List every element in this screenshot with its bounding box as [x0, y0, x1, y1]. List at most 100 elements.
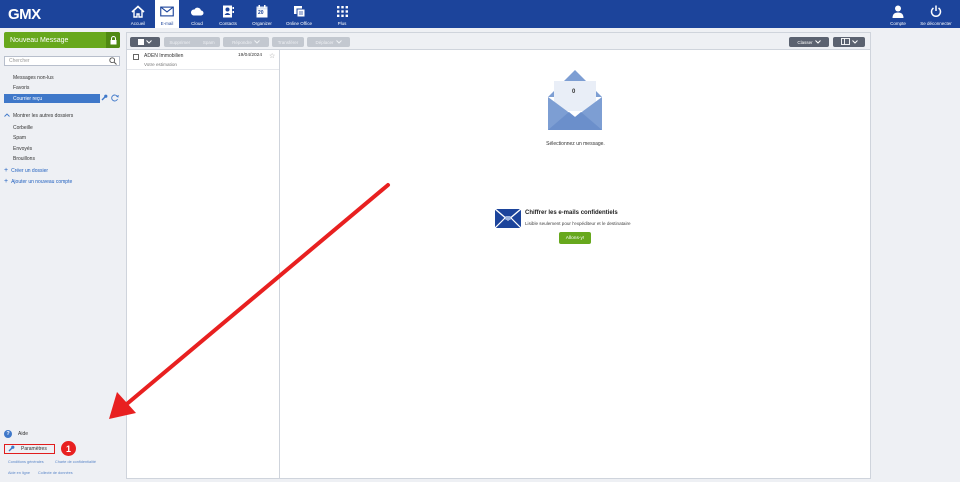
preview-pane: 0 Sélectionnez un message. Chiffrer les …: [281, 50, 870, 478]
sort-button[interactable]: Classer: [789, 37, 829, 47]
chevron-down-icon: [851, 39, 858, 45]
nav-label: Se déconnecter: [920, 21, 952, 26]
message-subject: Votre estimation: [144, 62, 177, 67]
show-other-folders-toggle[interactable]: Montrer les autres dossiers: [4, 113, 73, 119]
settings-link[interactable]: Paramètres: [4, 444, 55, 454]
new-message-label: Nouveau Message: [10, 36, 69, 44]
delete-button[interactable]: Supprimer: [169, 40, 190, 45]
layout-button[interactable]: [833, 37, 865, 47]
select-all-dropdown[interactable]: [130, 37, 160, 47]
encrypted-mail-icon: [494, 208, 522, 230]
footer-link-data[interactable]: Collecte de données: [38, 471, 73, 475]
folder-favorites[interactable]: Favoris: [4, 83, 100, 92]
create-folder-link[interactable]: + Créer un dossier: [4, 167, 48, 174]
nav-contacts[interactable]: Contacts: [216, 0, 240, 28]
office-icon: [292, 4, 306, 18]
message-checkbox[interactable]: [133, 54, 139, 60]
settings-label: Paramètres: [21, 446, 47, 452]
search-placeholder: Chercher: [9, 58, 30, 64]
calendar-day: 20: [258, 10, 264, 16]
star-icon[interactable]: ☆: [269, 52, 275, 60]
nav-label: Online Office: [286, 21, 312, 26]
nav-cloud[interactable]: Cloud: [188, 0, 206, 28]
plus-icon: +: [4, 167, 9, 174]
folder-label: Corbeille: [13, 124, 33, 131]
encrypt-title: Chiffrer les e-mails confidentiels: [525, 210, 618, 216]
message-date: 19/04/2024: [238, 53, 263, 58]
top-bar: GMX Accueil E-mail Cloud Contacts 20 Org…: [0, 0, 960, 28]
calendar-icon: 20: [255, 4, 269, 18]
footer-link-help[interactable]: Aide en ligne: [8, 471, 30, 475]
wrench-icon: [8, 445, 15, 454]
folder-sent[interactable]: Envoyés: [4, 144, 100, 153]
contacts-icon: [221, 4, 235, 18]
nav-label: Cloud: [191, 21, 203, 26]
chevron-down-icon: [254, 39, 260, 45]
nav-more[interactable]: Plus: [335, 0, 349, 28]
nav-label: E-mail: [160, 21, 174, 26]
sort-label: Classer: [797, 39, 813, 45]
nav-label: Contacts: [219, 21, 237, 26]
folder-label: Messages non-lus: [13, 74, 54, 81]
search-icon[interactable]: [109, 57, 117, 67]
grid-icon: [335, 4, 349, 18]
folder-drafts[interactable]: Brouillons: [4, 154, 100, 163]
folder-trash[interactable]: Corbeille: [4, 123, 100, 132]
reply-button[interactable]: Répondre: [223, 37, 269, 47]
annotation-step-badge: 1: [61, 441, 76, 456]
add-account-link[interactable]: + Ajouter un nouveau compte: [4, 178, 72, 185]
nav-label: Accueil: [130, 21, 146, 26]
mail-panel: Supprimer Spam Répondre Transférer Dépla…: [126, 32, 871, 479]
message-row[interactable]: ADEN Immobilien 19/04/2024 ☆ Votre estim…: [127, 50, 279, 70]
move-button[interactable]: Déplacer: [307, 37, 350, 47]
refresh-icon[interactable]: [111, 94, 119, 104]
nav-online-office[interactable]: Online Office: [283, 0, 315, 28]
new-message-button[interactable]: Nouveau Message: [4, 32, 120, 48]
nav-email[interactable]: E-mail: [155, 0, 179, 28]
chevron-up-icon: [4, 113, 10, 119]
mail-toolbar: Supprimer Spam Répondre Transférer Dépla…: [127, 33, 870, 50]
chevron-down-icon: [814, 39, 821, 45]
home-icon: [131, 4, 145, 18]
toggle-label: Montrer les autres dossiers: [13, 113, 74, 119]
footer-link-privacy[interactable]: Charte de confidentialité: [55, 460, 96, 464]
mail-icon: [160, 4, 174, 18]
account-button[interactable]: Compte: [887, 0, 909, 28]
create-folder-label: Créer un dossier: [11, 167, 49, 174]
help-link[interactable]: ? Aide: [4, 430, 28, 438]
select-message-prompt: Sélectionnez un message.: [546, 141, 605, 147]
reply-label: Répondre: [232, 39, 252, 45]
delete-spam-group: Supprimer Spam: [164, 37, 220, 47]
folder-label: Courrier reçu: [13, 95, 43, 102]
envelope-illustration: 0: [546, 67, 604, 135]
add-account-label: Ajouter un nouveau compte: [11, 178, 73, 185]
nav-home[interactable]: Accueil: [130, 0, 146, 28]
lock-icon[interactable]: [106, 32, 120, 48]
footer-link-terms[interactable]: Conditions générales: [8, 460, 44, 464]
folder-inbox[interactable]: Courrier reçu: [4, 94, 100, 103]
search-input[interactable]: Chercher: [4, 56, 120, 66]
encrypt-description: Lisible seulement pour l'expéditeur et l…: [525, 221, 631, 226]
nav-organizer[interactable]: 20 Organizer: [249, 0, 275, 28]
plus-icon: +: [4, 178, 9, 185]
logout-button[interactable]: Se déconnecter: [917, 0, 955, 28]
message-sender: ADEN Immobilien: [144, 53, 184, 59]
nav-label: Plus: [337, 21, 347, 26]
wrench-icon[interactable]: [101, 94, 108, 103]
power-icon: [929, 4, 943, 18]
spam-button[interactable]: Spam: [203, 40, 215, 45]
encrypt-cta-button[interactable]: Allons-y!: [559, 232, 591, 244]
cloud-icon: [190, 4, 204, 18]
layout-icon: [840, 38, 850, 46]
move-label: Déplacer: [315, 39, 334, 45]
chevron-down-icon: [335, 39, 342, 45]
folder-unread[interactable]: Messages non-lus: [4, 73, 100, 82]
help-icon: ?: [4, 430, 12, 438]
nav-label: Organizer: [252, 21, 272, 26]
folder-label: Favoris: [13, 84, 30, 91]
inbox-tools: [101, 94, 121, 103]
gmx-logo[interactable]: GMX: [8, 6, 41, 23]
folder-spam[interactable]: Spam: [4, 133, 100, 142]
forward-button[interactable]: Transférer: [272, 37, 304, 47]
folder-label: Envoyés: [13, 145, 33, 152]
